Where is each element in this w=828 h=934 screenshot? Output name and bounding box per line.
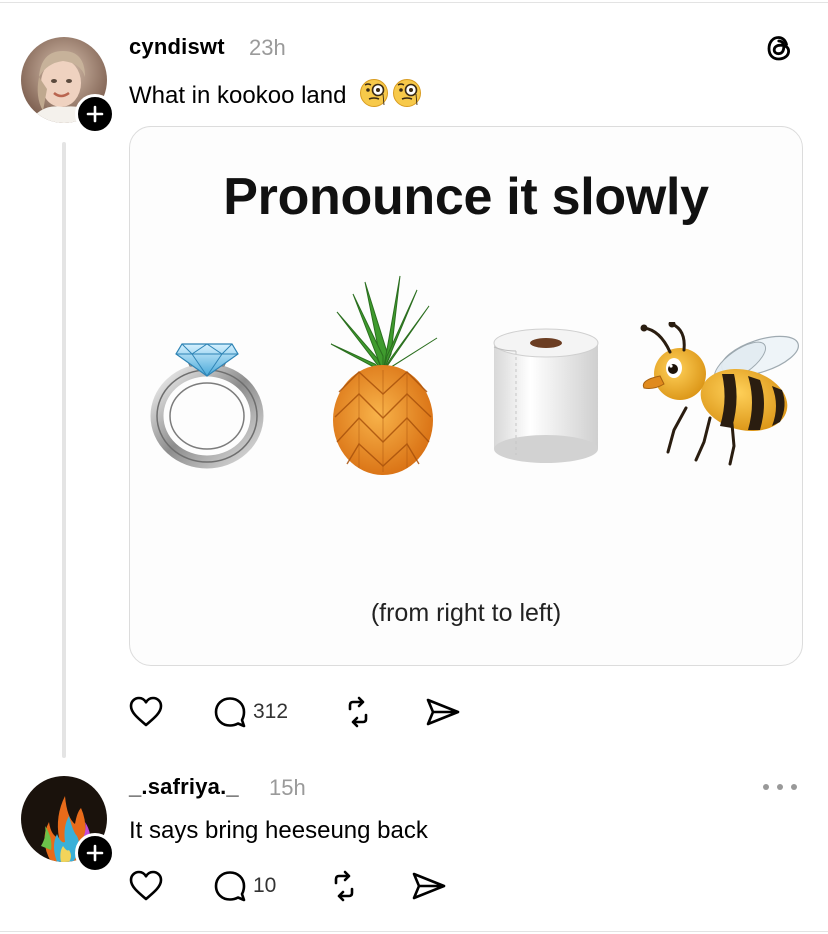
more-dots-icon (777, 784, 783, 790)
repost-icon (334, 870, 354, 902)
follow-button[interactable] (75, 833, 115, 873)
more-dots-icon (763, 784, 769, 790)
reply-count: 312 (253, 700, 289, 723)
ring-emoji (150, 343, 264, 469)
reply-button[interactable]: 312 (213, 696, 288, 728)
comment-bubble-icon (214, 871, 246, 902)
share-button[interactable] (411, 870, 447, 902)
timestamp[interactable]: 15h (269, 775, 306, 801)
repost-button[interactable] (341, 696, 375, 728)
reply-count: 10 (253, 874, 277, 897)
image-title: Pronounce it slowly (223, 168, 709, 226)
heart-icon (129, 870, 163, 901)
follow-button[interactable] (75, 94, 115, 134)
repost-icon (348, 696, 368, 728)
thread-connector (62, 142, 66, 758)
post-text-body: What in kookoo land (129, 81, 347, 109)
pineapple-emoji (330, 275, 438, 475)
reply-button[interactable]: 10 (213, 870, 276, 902)
comment-bubble-icon (214, 697, 246, 728)
post-text: What in kookoo land (129, 78, 423, 115)
bottom-divider (0, 931, 828, 932)
post-image[interactable]: Pronounce it slowly (from right to left) (129, 126, 803, 666)
send-icon (426, 698, 460, 726)
username[interactable]: cyndiswt (129, 34, 225, 60)
username[interactable]: _.safriya._ (129, 774, 239, 800)
post-actions: 10 (129, 868, 489, 908)
toilet-paper-emoji (493, 328, 599, 463)
like-button[interactable] (129, 870, 163, 902)
more-dots-icon (791, 784, 797, 790)
threads-logo-icon[interactable] (761, 30, 797, 66)
timestamp[interactable]: 23h (249, 35, 286, 61)
plus-icon (86, 844, 104, 862)
share-button[interactable] (425, 696, 461, 728)
send-icon (412, 872, 446, 900)
post-text: It says bring heeseung back (129, 817, 428, 844)
top-divider (0, 2, 828, 3)
post-actions: 312 (129, 694, 489, 734)
repost-button[interactable] (327, 870, 361, 902)
monocle-face-emoji (359, 78, 423, 115)
heart-icon (129, 696, 163, 727)
more-options-button[interactable] (763, 778, 797, 796)
image-caption: (from right to left) (370, 599, 562, 627)
like-button[interactable] (129, 696, 163, 728)
plus-icon (86, 105, 104, 123)
bee-emoji (640, 322, 799, 466)
